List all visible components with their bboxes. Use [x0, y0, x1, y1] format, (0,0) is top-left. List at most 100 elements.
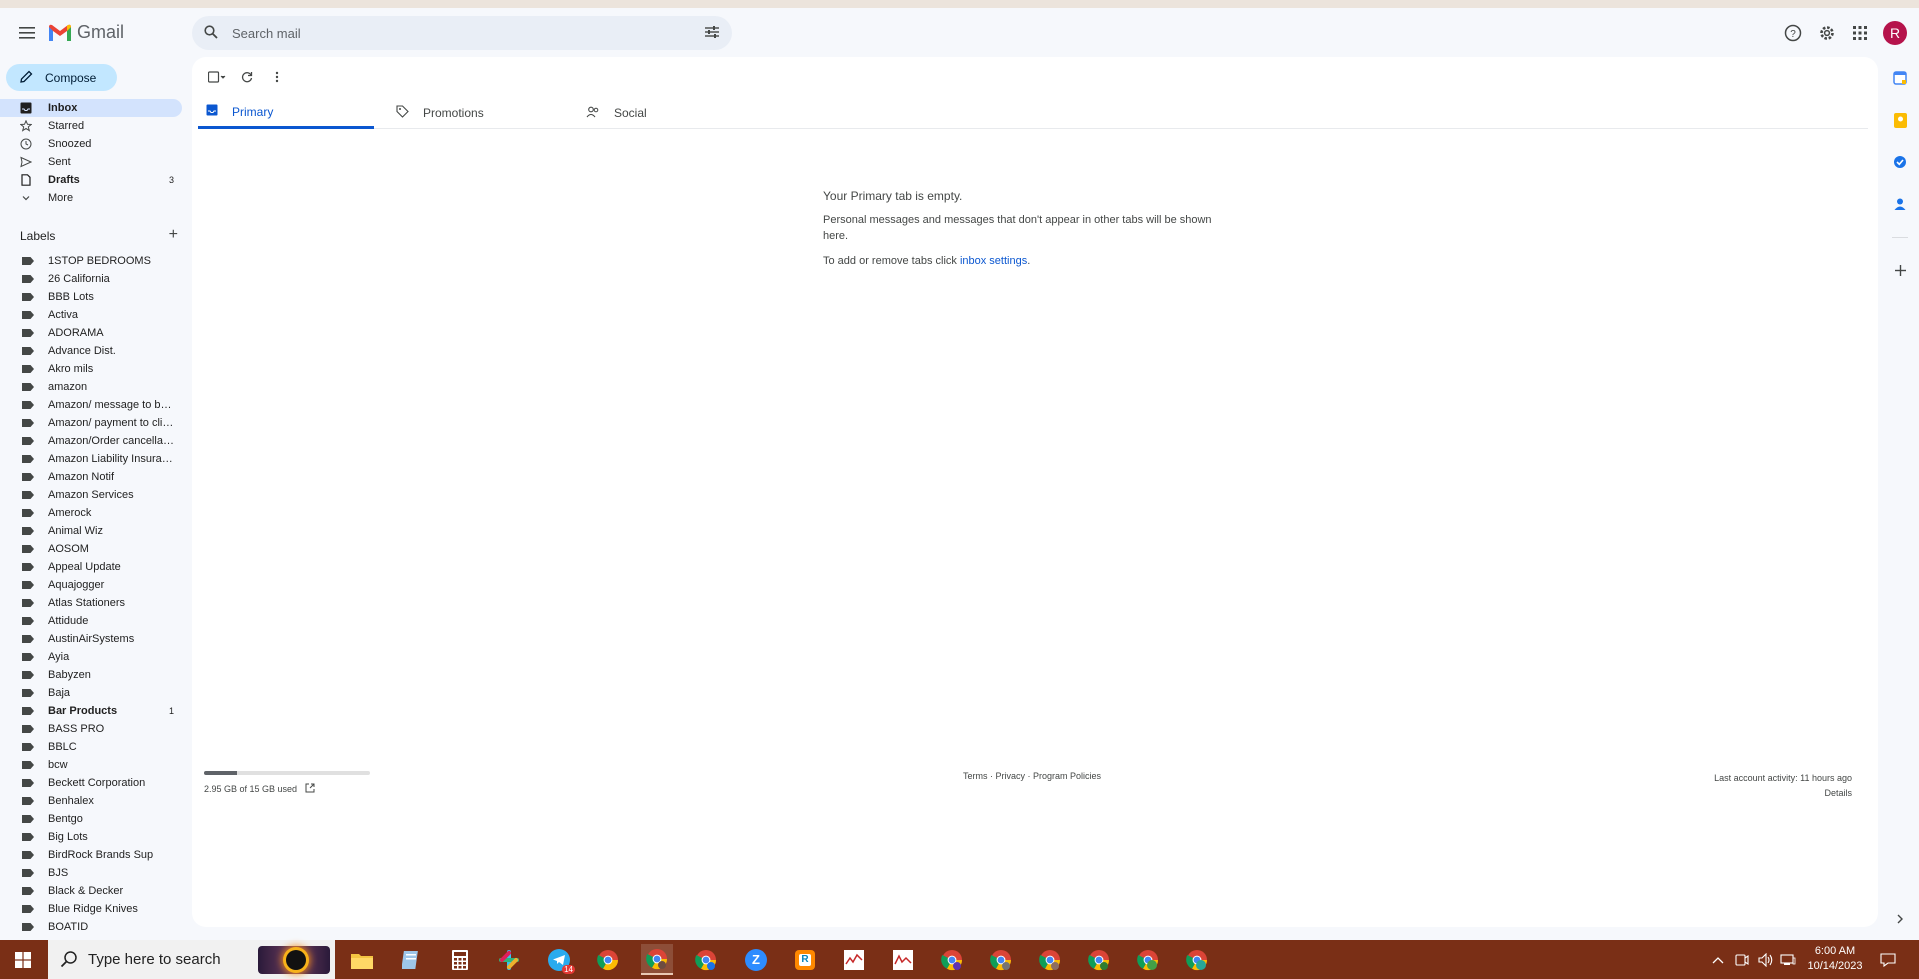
more-options-icon[interactable] [264, 67, 290, 87]
label-item[interactable]: AustinAirSystems [0, 630, 182, 648]
chrome-profile-green-icon[interactable] [1083, 944, 1115, 975]
label-item[interactable]: Bar Products 1 [0, 702, 182, 720]
details-link[interactable]: Details [1714, 786, 1852, 801]
label-tag-icon [22, 563, 34, 571]
nav-item-starred[interactable]: Starred [0, 117, 182, 135]
nav-item-sent[interactable]: Sent [0, 153, 182, 171]
chrome-profile-person-2-icon[interactable] [1181, 944, 1213, 975]
label-item[interactable]: Amazon Services [0, 486, 182, 504]
label-item[interactable]: Baja [0, 684, 182, 702]
label-item[interactable]: ADORAMA [0, 324, 182, 342]
nav-item-drafts[interactable]: Drafts 3 [0, 171, 182, 189]
search-highlight-eclipse-image[interactable] [258, 946, 330, 974]
label-item[interactable]: Animal Wiz [0, 522, 182, 540]
google-apps-icon[interactable] [1848, 21, 1872, 45]
label-item[interactable]: Appeal Update [0, 558, 182, 576]
gmail-logo[interactable]: Gmail [48, 22, 124, 43]
windows-start-icon[interactable] [0, 940, 46, 979]
label-item[interactable]: Atlas Stationers [0, 594, 182, 612]
tab-social[interactable]: Social [578, 97, 754, 129]
svg-text:?: ? [1790, 29, 1796, 40]
compose-button[interactable]: Compose [6, 64, 117, 91]
tasks-icon[interactable] [1889, 151, 1911, 173]
ringcentral-icon[interactable]: R [789, 944, 821, 975]
zoom-icon[interactable]: Z [740, 944, 772, 975]
add-addon-icon[interactable] [1889, 259, 1911, 281]
file-explorer-icon[interactable] [346, 944, 378, 975]
chrome-profile-d-icon[interactable] [936, 944, 968, 975]
label-item[interactable]: 1STOP BEDROOMS [0, 252, 182, 270]
label-item[interactable]: Advance Dist. [0, 342, 182, 360]
add-label-icon[interactable]: + [169, 226, 178, 244]
search-icon[interactable] [204, 25, 218, 42]
account-avatar[interactable]: R [1883, 21, 1907, 45]
label-item[interactable]: Babyzen [0, 666, 182, 684]
help-icon[interactable]: ? [1781, 21, 1805, 45]
label-item[interactable]: BBB Lots [0, 288, 182, 306]
label-item[interactable]: Amazon Notif [0, 468, 182, 486]
label-item[interactable]: BBLC [0, 738, 182, 756]
inbox-settings-link[interactable]: inbox settings [960, 255, 1027, 267]
label-item[interactable]: Bentgo [0, 810, 182, 828]
select-all-checkbox[interactable] [204, 67, 230, 87]
chrome-profile-k-icon[interactable] [690, 944, 722, 975]
telegram-icon[interactable]: 14 [543, 944, 575, 975]
label-item[interactable]: BirdRock Brands Sup [0, 846, 182, 864]
chrome-profile-grey-icon[interactable] [985, 944, 1017, 975]
label-item[interactable]: Amazon Liability Insurance [0, 450, 182, 468]
label-item[interactable]: 26 California [0, 270, 182, 288]
chevron-right-icon[interactable] [1889, 908, 1911, 930]
chrome-icon[interactable] [592, 944, 624, 975]
search-input[interactable] [224, 16, 664, 50]
notifications-icon[interactable] [1880, 940, 1896, 979]
notepad-icon[interactable] [396, 944, 428, 975]
label-item[interactable]: Big Lots [0, 828, 182, 846]
label-item[interactable]: BASS PRO [0, 720, 182, 738]
tab-primary[interactable]: Primary [198, 97, 374, 129]
label-item[interactable]: BJS [0, 864, 182, 882]
footer-links[interactable]: Terms · Privacy · Program Policies [963, 771, 1101, 781]
label-item[interactable]: Amazon/ payment to client [0, 414, 182, 432]
nav-item-snoozed[interactable]: Snoozed [0, 135, 182, 153]
label-item[interactable]: Ayia [0, 648, 182, 666]
meet-now-icon[interactable] [1735, 940, 1749, 979]
stock-chart-app-icon[interactable] [838, 944, 870, 975]
network-icon[interactable] [1780, 940, 1796, 979]
label-item[interactable]: Amerock [0, 504, 182, 522]
label-item[interactable]: Benhalex [0, 792, 182, 810]
label-item[interactable]: Aquajogger [0, 576, 182, 594]
calendar-icon[interactable] [1889, 67, 1911, 89]
label-item[interactable]: Activa [0, 306, 182, 324]
label-item[interactable]: Amazon/ message to buyer [0, 396, 182, 414]
slack-icon[interactable] [493, 944, 525, 975]
main-menu-icon[interactable] [13, 21, 41, 45]
label-item[interactable]: amazon [0, 378, 182, 396]
label-item[interactable]: Amazon/Order cancellation [0, 432, 182, 450]
open-external-icon[interactable] [305, 783, 315, 795]
contacts-icon[interactable] [1889, 193, 1911, 215]
stock-chart-app-2-icon[interactable] [887, 944, 919, 975]
label-name: ADORAMA [48, 327, 104, 339]
settings-gear-icon[interactable] [1815, 21, 1839, 45]
label-item[interactable]: Blue Ridge Knives [0, 900, 182, 918]
nav-item-inbox[interactable]: Inbox [0, 99, 182, 117]
label-item[interactable]: Akro mils [0, 360, 182, 378]
label-item[interactable]: Attidude [0, 612, 182, 630]
nav-item-more[interactable]: More [0, 189, 182, 207]
label-item[interactable]: BOATID [0, 918, 182, 936]
refresh-icon[interactable] [234, 67, 260, 87]
search-options-icon[interactable] [704, 25, 720, 42]
volume-icon[interactable] [1758, 940, 1774, 979]
label-item[interactable]: Black & Decker [0, 882, 182, 900]
chrome-profile-person-icon[interactable] [1132, 944, 1164, 975]
calculator-icon[interactable] [444, 944, 476, 975]
system-clock[interactable]: 6:00 AM 10/14/2023 [1800, 944, 1870, 974]
label-item[interactable]: Beckett Corporation [0, 774, 182, 792]
label-item[interactable]: AOSOM [0, 540, 182, 558]
show-hidden-icons[interactable] [1712, 940, 1724, 979]
chrome-profile-photo-icon[interactable] [1034, 944, 1066, 975]
keep-icon[interactable] [1889, 109, 1911, 131]
chrome-profile-active-icon[interactable] [641, 944, 673, 975]
tab-promotions[interactable]: Promotions [388, 97, 564, 129]
label-item[interactable]: bcw [0, 756, 182, 774]
